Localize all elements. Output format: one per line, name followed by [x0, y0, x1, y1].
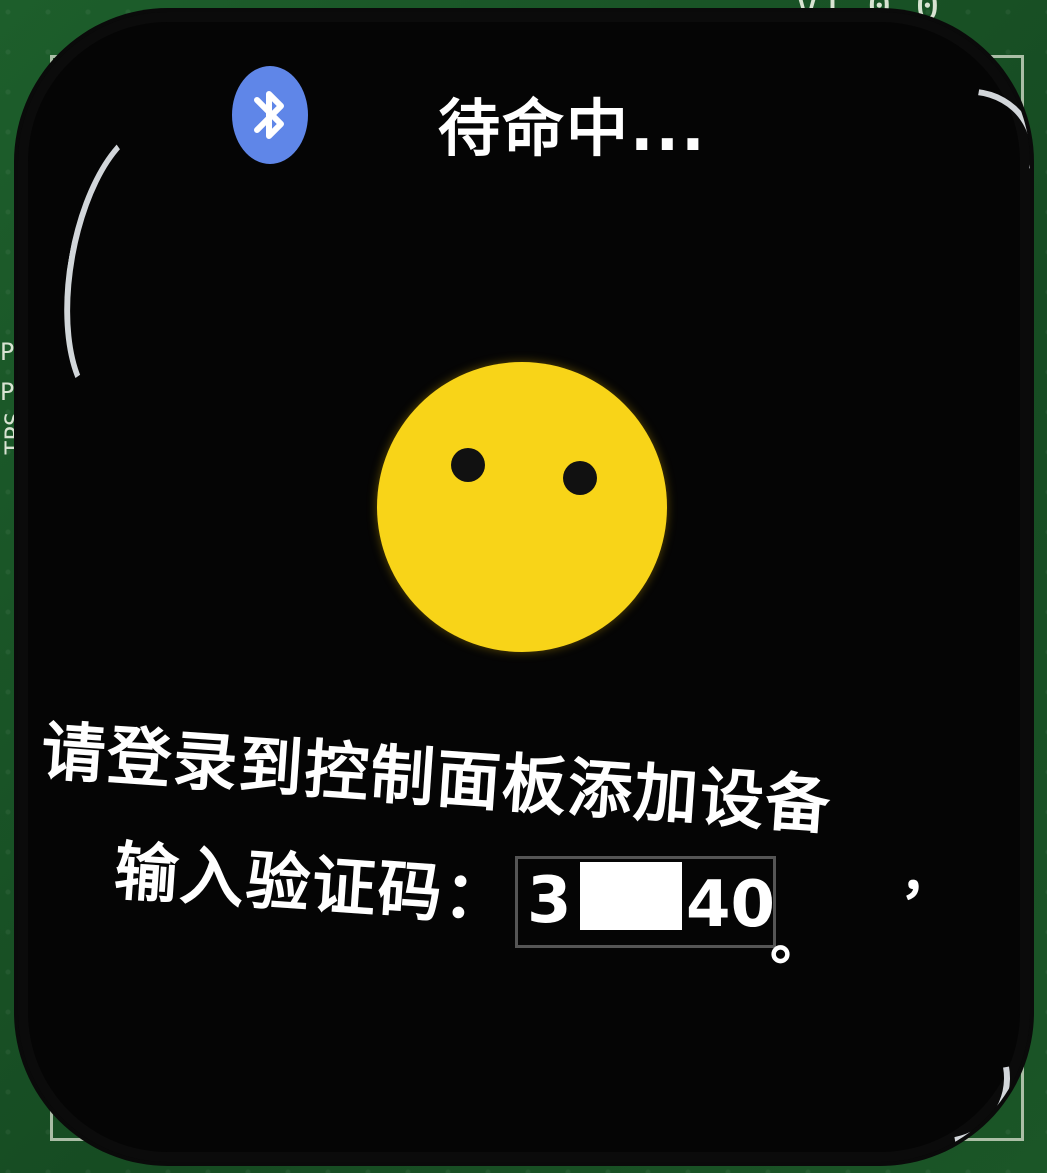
verification-code-start: 3 — [527, 864, 572, 938]
verification-code-redaction — [580, 862, 682, 930]
glass-reflection — [852, 986, 1030, 1162]
instruction-period: 。 — [770, 909, 824, 972]
bluetooth-icon — [232, 66, 308, 164]
status-title: 待命中... — [438, 92, 707, 165]
instruction-comma: ， — [900, 843, 954, 906]
smartwatch-device: 待命中... 请登录到控制面板添加设备 ， 输入验证码： 3 40 。 — [0, 0, 1047, 1173]
right-eye — [563, 461, 597, 495]
glass-reflection — [43, 112, 225, 424]
emoji-face-icon — [377, 362, 667, 652]
left-eye — [451, 448, 485, 482]
verification-code-end: 40 — [686, 868, 776, 942]
glass-reflection — [851, 58, 1030, 268]
